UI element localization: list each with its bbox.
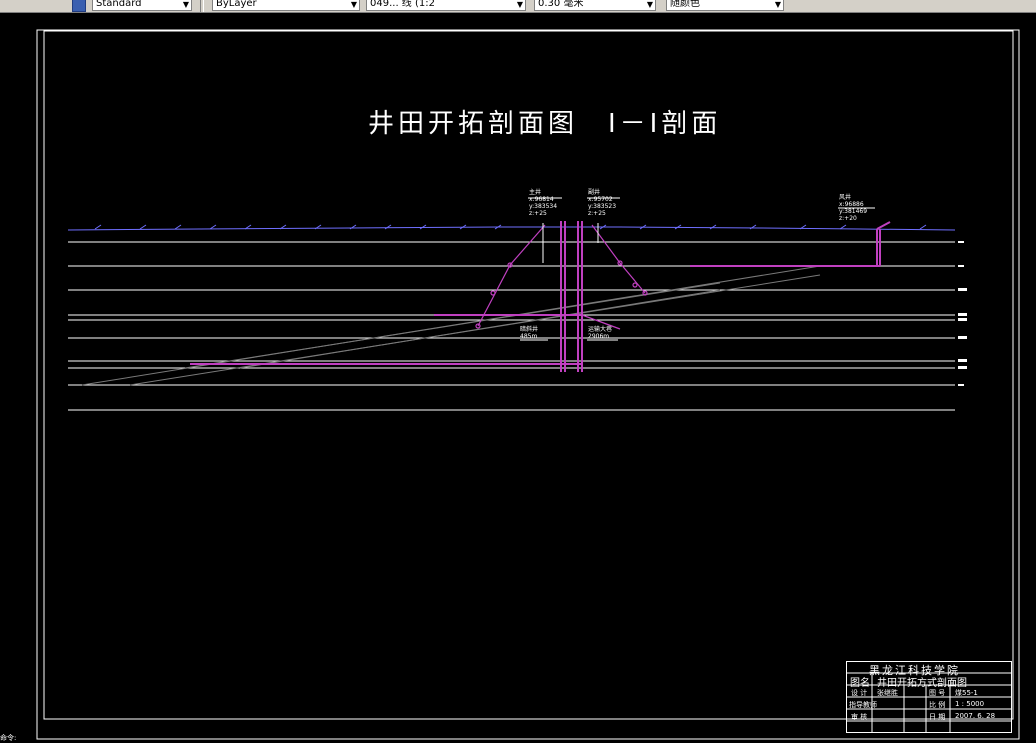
row-value: 煤55-1: [955, 689, 978, 697]
toolbar-separator: [200, 0, 204, 12]
properties-toolbar: Standard ▼ ByLayer ▼ 049... 线 (1:2 ▼ 0.3…: [0, 0, 1036, 13]
lineweight-select[interactable]: 0.30 毫米 ▼: [534, 0, 656, 11]
chevron-down-icon: ▼: [646, 0, 653, 9]
color-value: 随颜色: [670, 0, 700, 9]
row-label: 指导教师: [849, 701, 877, 709]
row-label: 审 核: [851, 713, 868, 721]
lineweight-value: 0.30 毫米: [538, 0, 584, 9]
row-value: 2007. 6. 28: [955, 712, 996, 720]
shaft-x: x:96886: [839, 201, 864, 208]
shaft-name: 主井: [529, 189, 542, 196]
drift-name: 暗斜井: [520, 326, 539, 333]
leader-lines: [520, 197, 875, 341]
color-select[interactable]: 随颜色 ▼: [666, 0, 784, 11]
shaft-z: z:+25: [588, 210, 606, 217]
row-label: 图 号: [929, 689, 946, 697]
row-label: 设 计: [851, 689, 868, 697]
drift-length: 485m: [520, 333, 538, 340]
mine-workings: [190, 221, 891, 372]
shaft-y: y:383534: [529, 203, 558, 210]
drift-name: 运输大巷: [588, 326, 613, 333]
level-markers: [958, 241, 967, 386]
row-label: 比 例: [929, 701, 946, 709]
linetype-value: 049... 线 (1:2: [370, 0, 435, 9]
shaft-x: x:95702: [588, 196, 613, 203]
shaft-name: 风井: [839, 194, 852, 201]
drift-length: 2906m: [588, 333, 610, 340]
layer-select[interactable]: ByLayer ▼: [212, 0, 360, 11]
chevron-down-icon: ▼: [350, 0, 357, 9]
ventilation-shaft-label: 风井 x:96886 y:381469 z:+20: [839, 194, 867, 222]
main-shaft-label: 主井 x:96814 y:383534 z:+25: [529, 189, 557, 217]
drawing-title: 井田开拓剖面图 Ⅰ－Ⅰ剖面: [368, 109, 722, 139]
chevron-down-icon: ▼: [182, 0, 189, 9]
inclined-seams: [81, 265, 821, 386]
drawing-canvas[interactable]: 井田开拓剖面图 Ⅰ－Ⅰ剖面 主井 x:96814 y:383534 z:+25 …: [0, 13, 1036, 740]
title-block: 黑龙江科技学院 图名 井田开拓方式剖面图 设 计 张继胜 图 号 煤55-1 指…: [846, 661, 1012, 733]
shaft-z: z:+20: [839, 215, 857, 222]
shaft-y: y:381469: [839, 208, 868, 215]
inclined-drift-label: 暗斜井 485m: [520, 326, 538, 340]
chevron-down-icon: ▼: [774, 0, 781, 9]
shaft-x: x:96814: [529, 196, 554, 203]
ground-surface-line: [67, 226, 956, 231]
text-style-select[interactable]: Standard ▼: [92, 0, 192, 11]
shaft-y: y:383523: [588, 203, 617, 210]
chevron-down-icon: ▼: [516, 0, 523, 9]
shaft-z: z:+25: [529, 210, 547, 217]
command-line[interactable]: 命令:: [0, 733, 16, 743]
row-value: 张继胜: [877, 689, 898, 697]
layer-value: ByLayer: [216, 0, 257, 9]
text-style-icon[interactable]: [72, 0, 86, 12]
drawing-name-label: 图名: [850, 678, 870, 689]
level-lines: [68, 241, 955, 411]
row-label: 日 期: [929, 713, 946, 721]
text-style-value: Standard: [96, 0, 142, 9]
auxiliary-shaft-label: 副井 x:95702 y:383523 z:+25: [588, 189, 616, 217]
row-value: 1 : 5000: [955, 700, 985, 708]
linetype-select[interactable]: 049... 线 (1:2 ▼: [366, 0, 526, 11]
drawing-name: 井田开拓方式剖面图: [877, 678, 967, 689]
shaft-name: 副井: [588, 189, 601, 196]
haulage-drift-label: 运输大巷 2906m: [588, 326, 612, 340]
